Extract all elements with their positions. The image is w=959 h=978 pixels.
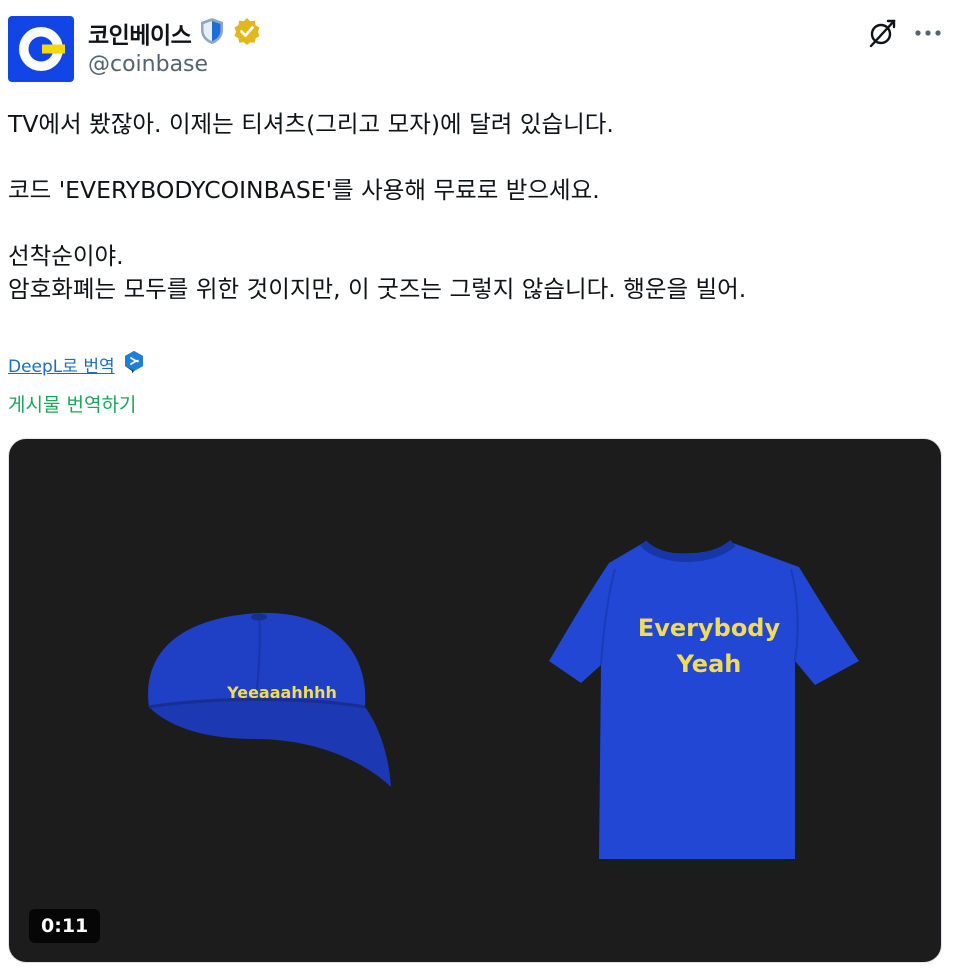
author-handle[interactable]: @coinbase xyxy=(88,52,208,77)
shirt-print-line1: Everybody xyxy=(638,614,781,642)
tweet-header: 코인베이스 @coinbase xyxy=(0,0,959,96)
video-player[interactable]: Yeeaaahhhh Everybody Yeah 0:11 xyxy=(8,438,942,963)
tweet-line-gap xyxy=(8,141,938,174)
tweet-text: TV에서 봤잖아. 이제는 티셔츠(그리고 모자)에 달려 있습니다. 코드 '… xyxy=(8,108,938,306)
tweet-line: TV에서 봤잖아. 이제는 티셔츠(그리고 모자)에 달려 있습니다. xyxy=(8,110,614,138)
coinbase-logo-icon xyxy=(19,27,65,71)
name-row: 코인베이스 xyxy=(88,16,261,50)
cap-image: Yeeaaahhhh xyxy=(148,612,391,787)
deepl-translate-row[interactable]: DeepL로 번역 xyxy=(8,351,145,377)
tweet-line: 코드 'EVERYBODYCOINBASE'를 사용해 무료로 받으세요. xyxy=(8,176,600,204)
government-shield-icon[interactable] xyxy=(199,17,225,49)
tshirt-image: Everybody Yeah xyxy=(549,539,859,859)
tweet-line: 암호화폐는 모두를 위한 것이지만, 이 굿즈는 그렇지 않습니다. 행운을 빌… xyxy=(8,275,747,303)
more-dots-icon[interactable] xyxy=(910,17,946,49)
deepl-translate-link[interactable]: DeepL로 번역 xyxy=(8,352,115,377)
grok-icon[interactable] xyxy=(866,17,898,49)
video-timestamp: 0:11 xyxy=(29,909,101,943)
coinbase-avatar[interactable] xyxy=(8,16,74,82)
display-name[interactable]: 코인베이스 xyxy=(88,16,192,50)
deepl-icon[interactable] xyxy=(123,350,145,378)
video-frame: Yeeaaahhhh Everybody Yeah xyxy=(148,539,859,859)
tweet-line: 선착순이야. xyxy=(8,242,124,270)
gold-verified-icon[interactable] xyxy=(233,17,261,49)
cap-print-text: Yeeaaahhhh xyxy=(226,683,337,702)
shirt-print-line2: Yeah xyxy=(676,650,742,678)
tweet-line-gap xyxy=(8,207,938,240)
translate-post-link[interactable]: 게시물 번역하기 xyxy=(8,390,136,417)
